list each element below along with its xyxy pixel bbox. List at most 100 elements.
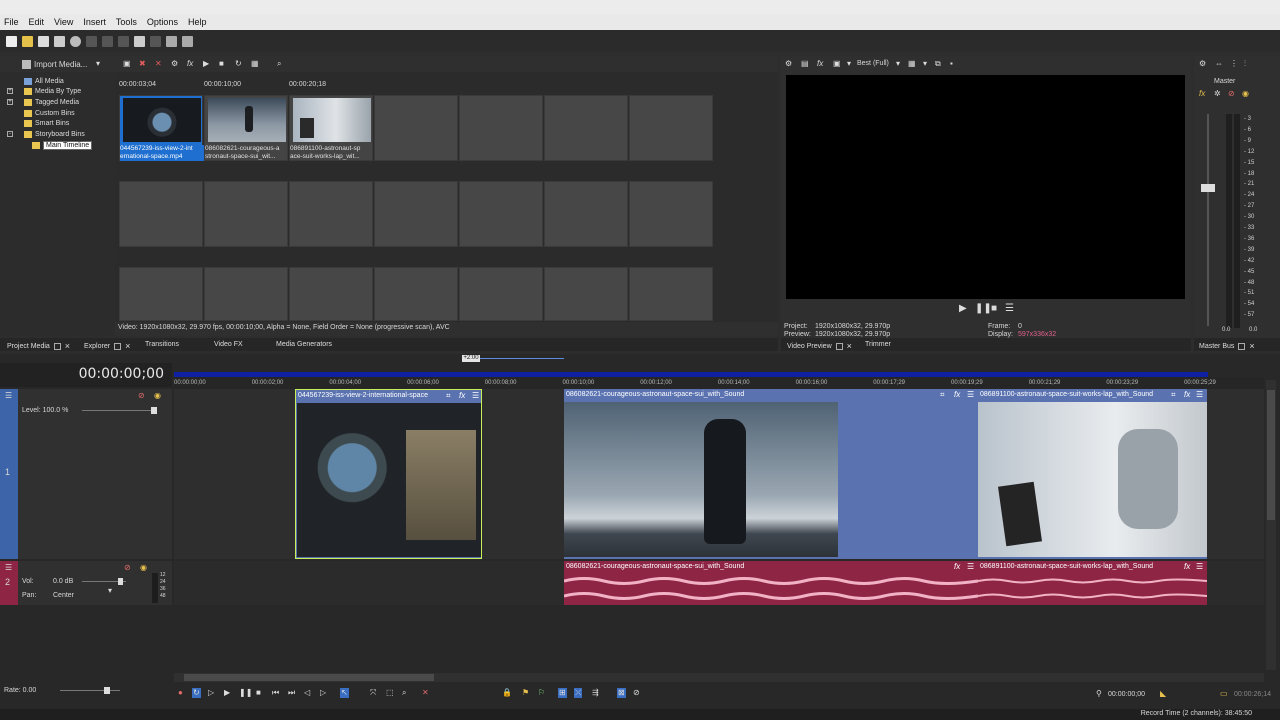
overlays-icon[interactable]: ▦ <box>908 60 916 68</box>
tab-explorer[interactable]: Explorer × <box>84 341 130 351</box>
horizontal-scroll-thumb[interactable] <box>184 674 434 681</box>
transport-stop-icon[interactable]: ■ <box>256 689 261 697</box>
help-icon[interactable] <box>182 35 193 47</box>
tab-trimmer[interactable]: Trimmer <box>865 341 891 348</box>
dropdown-arrow-icon[interactable]: ▾ <box>847 60 851 68</box>
vertical-scroll-thumb[interactable] <box>1267 390 1275 520</box>
preview-quality-select[interactable]: Best (Full) <box>857 60 889 67</box>
video-event-iss-view[interactable]: 044567239-iss-view-2-international-space… <box>295 389 482 559</box>
render-icon[interactable] <box>166 35 177 47</box>
timeline-horizontal-scrollbar[interactable] <box>174 673 1264 682</box>
paste-icon[interactable] <box>118 35 129 47</box>
pan-crop-icon[interactable]: ⌗ <box>940 391 945 399</box>
preview-pause-icon[interactable]: ❚❚ <box>975 304 992 314</box>
expand-icon[interactable]: + <box>7 88 13 94</box>
video-solo-icon[interactable]: ◉ <box>154 392 161 400</box>
menu-help[interactable]: Help <box>188 17 207 27</box>
menu-options[interactable]: Options <box>147 17 178 27</box>
properties-gear-icon[interactable] <box>70 35 81 47</box>
tab-video-fx[interactable]: Video FX <box>214 341 243 348</box>
previous-frame-icon[interactable]: ◁ <box>304 689 310 697</box>
save-icon[interactable] <box>38 35 49 47</box>
dim-icon[interactable]: ⋮ <box>1230 60 1238 68</box>
dropdown-arrow-icon[interactable]: ▾ <box>96 60 100 68</box>
remove-icon[interactable]: ✖ <box>139 60 146 68</box>
event-menu-icon[interactable]: ☰ <box>472 392 479 400</box>
menu-view[interactable]: View <box>54 17 73 27</box>
mixer-icon[interactable]: ⫶ <box>1244 60 1246 68</box>
close-icon[interactable]: × <box>65 341 70 351</box>
tab-transitions[interactable]: Transitions <box>145 341 179 348</box>
menu-tools[interactable]: Tools <box>116 17 137 27</box>
stop-icon[interactable]: ■ <box>219 60 224 68</box>
tree-all-media[interactable]: All Media <box>24 76 64 86</box>
views-icon[interactable]: ▣ <box>123 60 131 68</box>
transport-pause-icon[interactable]: ❚❚ <box>239 689 252 697</box>
copy-snapshot-icon[interactable]: ⧉ <box>935 60 941 68</box>
pan-crop-icon[interactable]: ⌗ <box>446 392 451 400</box>
delete-icon[interactable]: ✕ <box>155 60 162 68</box>
video-event-astronaut-laptop[interactable]: 086891100-astronaut-space-suit-works-lap… <box>978 389 1207 559</box>
master-mute-icon[interactable]: ⊘ <box>1228 90 1235 98</box>
master-solo-icon[interactable]: ◉ <box>1242 90 1249 98</box>
tree-main-timeline[interactable]: Main Timeline <box>32 140 93 150</box>
dock-icon[interactable] <box>53 342 61 350</box>
play-icon[interactable]: ▶ <box>203 60 209 68</box>
dock-icon[interactable] <box>1238 342 1246 350</box>
redo-icon[interactable] <box>150 35 161 47</box>
tree-tagged-media[interactable]: Tagged Media <box>24 97 79 107</box>
event-fx-icon[interactable]: fx <box>459 392 465 400</box>
region-icon[interactable]: ⚐ <box>538 689 545 697</box>
tree-media-by-type[interactable]: Media By Type <box>24 86 81 96</box>
play-from-start-icon[interactable]: ▷ <box>208 689 214 697</box>
preview-properties-icon[interactable]: ⚙ <box>785 60 792 68</box>
vol-slider-handle[interactable] <box>118 578 123 585</box>
next-frame-icon[interactable]: ▷ <box>320 689 326 697</box>
menu-edit[interactable]: Edit <box>29 17 45 27</box>
audio-mute-icon[interactable]: ⊘ <box>124 564 131 572</box>
event-fx-icon[interactable]: fx <box>1184 563 1190 571</box>
event-fx-icon[interactable]: fx <box>954 391 960 399</box>
loop-playback-icon[interactable]: ↻ <box>192 688 201 698</box>
dock-icon[interactable] <box>114 342 122 350</box>
audio-event-courageous-astronaut[interactable]: 086082621-courageous-astronaut-space-sui… <box>564 561 978 605</box>
tab-video-preview[interactable]: Video Preview × <box>787 341 852 351</box>
event-menu-icon[interactable]: ☰ <box>967 391 974 399</box>
event-menu-icon[interactable]: ☰ <box>967 563 974 571</box>
video-event-courageous-astronaut[interactable]: 086082621-courageous-astronaut-space-sui… <box>564 389 978 559</box>
video-level-slider-handle[interactable] <box>151 407 157 414</box>
split-screen-icon[interactable]: ▣ <box>833 60 841 68</box>
tab-master-bus[interactable]: Master Bus × <box>1199 341 1255 351</box>
close-icon[interactable]: × <box>1249 341 1254 351</box>
preview-menu-icon[interactable]: ☰ <box>1005 304 1014 314</box>
auto-preview-icon[interactable]: ↻ <box>235 60 242 68</box>
new-project-icon[interactable] <box>6 35 17 47</box>
ripple-edit-icon[interactable]: ⇶ <box>592 689 599 697</box>
copy-icon[interactable] <box>102 35 113 47</box>
snapping-icon[interactable]: ⊞ <box>558 688 567 698</box>
timeline-vertical-scrollbar[interactable] <box>1266 380 1276 670</box>
expand-icon[interactable]: + <box>7 99 13 105</box>
preview-stop-icon[interactable]: ■ <box>991 304 997 314</box>
master-fader-handle[interactable] <box>1201 184 1215 192</box>
zoom-icon[interactable]: ⌕ <box>277 60 281 68</box>
lock-icon[interactable]: 🔒 <box>502 689 512 697</box>
normal-edit-tool-icon[interactable]: ↖ <box>340 688 349 698</box>
collapse-icon[interactable]: - <box>7 131 13 137</box>
marker-icon[interactable]: ⚑ <box>522 689 529 697</box>
tab-project-media[interactable]: Project Media × <box>7 341 70 351</box>
audio-event-astronaut-laptop[interactable]: 086891100-astronaut-space-suit-works-lap… <box>978 561 1207 605</box>
pan-crop-icon[interactable]: ⌗ <box>1171 391 1176 399</box>
audio-solo-icon[interactable]: ◉ <box>140 564 147 572</box>
track-menu-icon[interactable]: ☰ <box>5 564 12 572</box>
auto-crossfade-icon[interactable]: ⤫ <box>574 688 583 698</box>
event-fx-icon[interactable]: fx <box>1184 391 1190 399</box>
tree-custom-bins[interactable]: Custom Bins <box>24 108 75 118</box>
zoom-tool-icon[interactable]: ⌕ <box>402 689 406 697</box>
event-fx-icon[interactable]: fx <box>954 563 960 571</box>
menu-insert[interactable]: Insert <box>83 17 106 27</box>
record-icon[interactable]: ● <box>178 689 183 697</box>
undo-icon[interactable] <box>134 35 145 47</box>
view-mode-icon[interactable]: ▦ <box>251 60 259 68</box>
tree-smart-bins[interactable]: Smart Bins <box>24 118 69 128</box>
